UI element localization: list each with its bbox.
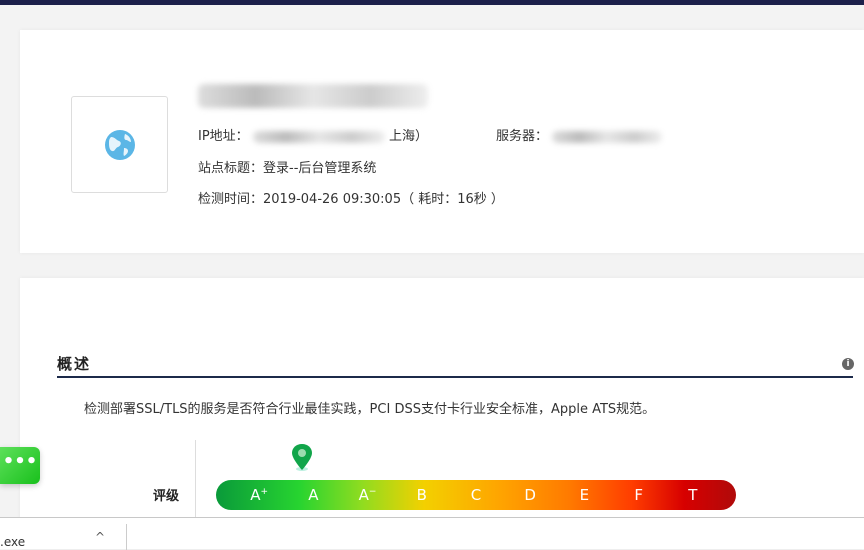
heading-underline <box>57 376 853 378</box>
ip-label: IP地址： <box>198 129 249 144</box>
server-row: 服务器： <box>496 125 663 144</box>
server-redacted <box>552 130 663 143</box>
ip-location: 上海） <box>388 129 428 144</box>
overview-heading: 概述 <box>57 355 92 373</box>
divider <box>195 440 196 520</box>
download-file-name[interactable]: .exe <box>0 535 25 549</box>
site-domain-redacted <box>198 74 428 114</box>
grade-e: E <box>579 486 590 504</box>
ip-row: IP地址： 上海） <box>198 125 428 144</box>
check-time-label: 检测时间： <box>198 192 264 207</box>
overview-description: 检测部署SSL/TLS的服务是否符合行业最佳实践，PCI DSS支付卡行业安全标… <box>84 402 656 417</box>
site-info-card: IP地址： 上海） 服务器： 站点标题：登录--后台管理系统 检测时间：2019… <box>20 30 864 253</box>
more-button[interactable]: ••• <box>0 447 40 484</box>
site-title-label: 站点标题： <box>198 161 264 176</box>
grade-d: D <box>524 486 536 504</box>
grade-a: A <box>308 486 319 504</box>
ip-redacted <box>252 130 385 143</box>
top-bar <box>0 0 864 5</box>
check-time-row: 检测时间：2019-04-26 09:30:05（ 耗时：16秒 ） <box>198 188 504 207</box>
chevron-up-icon[interactable]: ^ <box>95 530 105 544</box>
rating-label: 评级 <box>153 489 180 504</box>
download-bar: .exe ^ <box>0 517 864 550</box>
overview-card: 概述 i 检测部署SSL/TLS的服务是否符合行业最佳实践，PCI DSS支付卡… <box>20 278 864 549</box>
site-title-value: 登录--后台管理系统 <box>263 161 377 176</box>
grade-scale: A+ A A− B C D E F T <box>216 480 736 510</box>
site-title-row: 站点标题：登录--后台管理系统 <box>198 157 376 176</box>
download-divider <box>126 524 127 550</box>
check-time-value: 2019-04-26 09:30:05（ 耗时：16秒 ） <box>263 192 504 207</box>
grade-t: T <box>688 486 698 504</box>
server-label: 服务器： <box>496 129 549 144</box>
globe-icon <box>104 129 135 160</box>
grade-a-plus: A+ <box>250 486 269 504</box>
grade-marker-icon <box>292 444 312 471</box>
grade-f: F <box>634 486 643 504</box>
grade-b: B <box>416 486 427 504</box>
grade-c: C <box>470 486 482 504</box>
info-icon[interactable]: i <box>842 358 854 370</box>
grade-a-minus: A− <box>358 486 377 504</box>
site-logo <box>71 96 168 193</box>
